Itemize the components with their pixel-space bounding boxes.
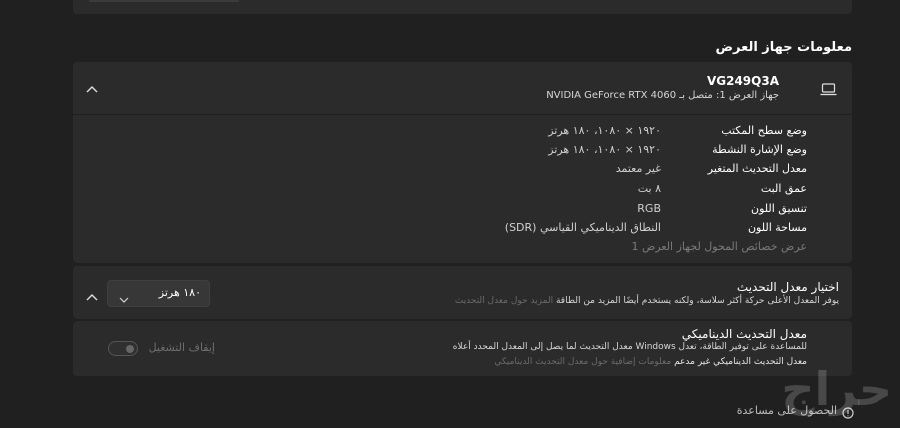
property-label: تنسيق اللون [751, 202, 807, 215]
property-value: ١٩٢٠ × ١٠٨٠، ١٨٠ هرتز [548, 124, 661, 137]
property-label: عمق البت [760, 182, 807, 195]
display-name: VG249Q3A [706, 74, 779, 88]
property-value: RGB [637, 202, 661, 215]
dynamic-refresh-toggle[interactable] [108, 341, 138, 356]
previous-card-bar [89, 0, 239, 2]
previous-card [73, 0, 852, 14]
refresh-rate-selected: ١٨٠ هرتز [158, 286, 201, 299]
refresh-rate-description-text: يوفر المعدل الأعلى حركة أكثر سلاسة، ولكن… [555, 296, 839, 306]
property-row: معدل التحديث المتغير غير معتمد [73, 160, 852, 180]
chevron-down-icon [119, 289, 129, 308]
property-row: تنسيق اللون RGB [73, 200, 852, 220]
display-info-card: VG249Q3A جهاز العرض 1: متصل بـ NVIDIA Ge… [73, 62, 852, 263]
property-label: وضع سطح المكتب [721, 124, 807, 137]
toggle-state-label: إيقاف التشغيل [148, 341, 215, 354]
display-header[interactable]: VG249Q3A جهاز العرض 1: متصل بـ NVIDIA Ge… [73, 62, 852, 115]
dynamic-refresh-status: معدل التحديث الديناميكي غير مدعم معلومات… [494, 357, 807, 367]
haraj-watermark-logo: حراج [781, 362, 892, 416]
laptop-icon [820, 81, 837, 100]
dynamic-refresh-title: معدل التحديث الديناميكي [681, 327, 807, 341]
chevron-up-icon[interactable] [85, 288, 99, 307]
refresh-rate-description: يوفر المعدل الأعلى حركة أكثر سلاسة، ولكن… [455, 296, 839, 306]
refresh-rate-card: ١٨٠ هرتز اختيار معدل التحديث يوفر المعدل… [73, 266, 852, 319]
property-value: ٨ بت [637, 182, 661, 195]
refresh-rate-link[interactable]: المزيد حول معدل التحديث [455, 296, 553, 306]
refresh-rate-title: اختيار معدل التحديث [736, 280, 839, 294]
property-label: معدل التحديث المتغير [707, 162, 807, 175]
property-row: عمق البت ٨ بت [73, 180, 852, 200]
property-label: مساحة اللون [747, 221, 807, 234]
adapter-properties-link[interactable]: عرض خصائص المحول لجهاز العرض 1 [632, 240, 807, 253]
property-row: مساحة اللون النطاق الديناميكي القياسي (S… [73, 219, 852, 239]
property-value: النطاق الديناميكي القياسي (SDR) [504, 221, 661, 234]
property-value: ١٩٢٠ × ١٠٨٠، ١٨٠ هرتز [548, 143, 661, 156]
section-title: معلومات جهاز العرض [715, 40, 852, 55]
refresh-rate-select[interactable]: ١٨٠ هرتز [107, 280, 210, 307]
display-properties: وضع سطح المكتب ١٩٢٠ × ١٠٨٠، ١٨٠ هرتز وضع… [73, 122, 852, 262]
property-row: وضع الإشارة النشطة ١٩٢٠ × ١٠٨٠، ١٨٠ هرتز [73, 141, 852, 161]
display-connection: جهاز العرض 1: متصل بـ NVIDIA GeForce RTX… [546, 90, 779, 101]
property-value: غير معتمد [615, 162, 661, 175]
dynamic-refresh-description: للمساعدة على توفير الطاقة، تعدل Windows … [452, 342, 807, 352]
toggle-knob [126, 345, 134, 353]
dynamic-refresh-card: إيقاف التشغيل معدل التحديث الديناميكي لل… [73, 321, 852, 376]
chevron-up-icon[interactable] [85, 80, 99, 99]
dynamic-refresh-link[interactable]: معلومات إضافية حول معدل التحديث الدينامي… [494, 357, 671, 367]
property-row: وضع سطح المكتب ١٩٢٠ × ١٠٨٠، ١٨٠ هرتز [73, 122, 852, 142]
property-label: وضع الإشارة النشطة [712, 143, 807, 156]
